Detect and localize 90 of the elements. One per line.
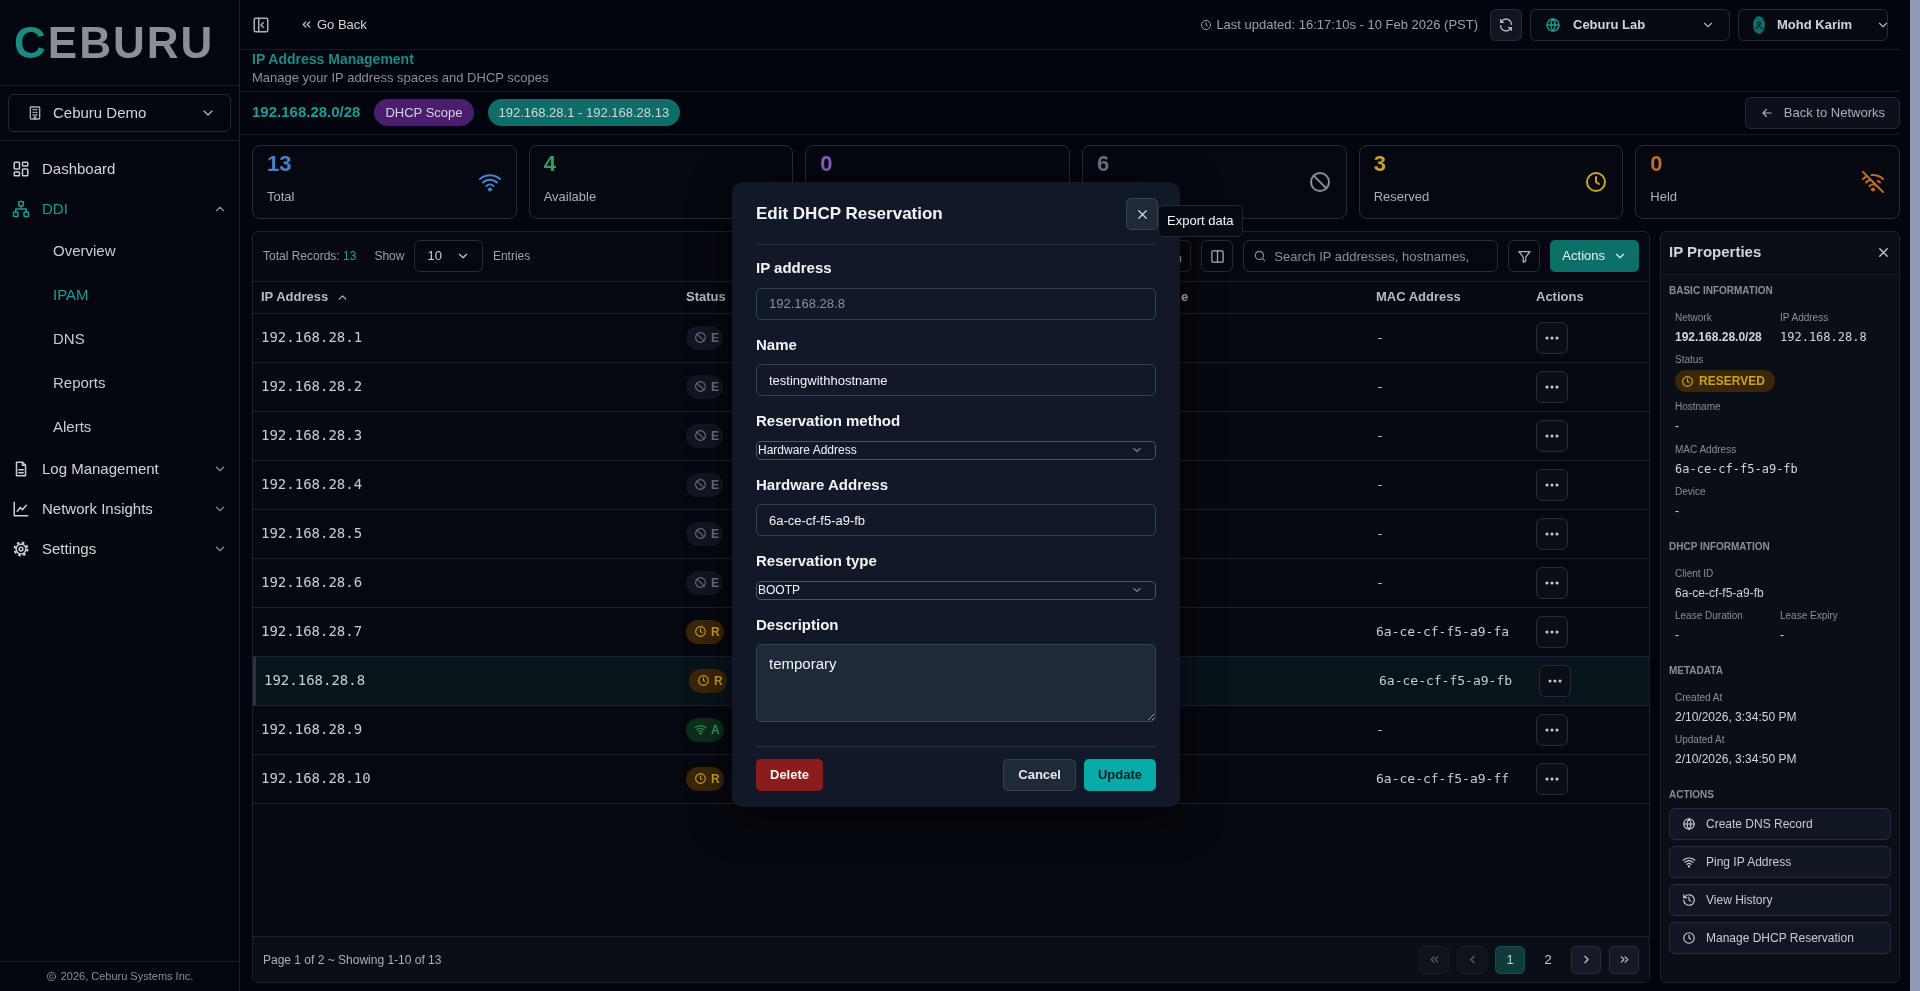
property-label: Created At [1675,690,1724,705]
property-value: - [1675,503,1679,520]
entries-label: Entries [492,248,531,265]
column-header: e [1181,288,1189,307]
ip-address-cell: 192.168.28.6 [261,574,363,590]
property-label: Status [1675,353,1705,367]
last-updated-text: Last updated: 16:17:10s - 10 Feb 2026 (PST) [1216,15,1478,34]
property-value: 6a-ce-cf-f5-a9-fb [1675,460,1798,478]
mac-address-cell: - [1376,721,1384,737]
mac-address-cell: - [1376,574,1384,590]
section-heading: ACTIONS [1668,787,1715,802]
dialog-title: Edit DHCP Reservation [756,203,943,226]
page-subtitle: Manage your IP address spaces and DHCP scopes [252,69,550,87]
mac-address-cell: 6a-ce-cf-f5-a9-fa [1376,623,1510,639]
property-label: Hostname [1675,400,1722,414]
property-label: Network [1675,310,1713,325]
panel-title: IP Properties [1669,242,1762,263]
mac-address-cell: - [1376,427,1384,443]
ip-address-cell: 192.168.28.2 [261,378,363,394]
mac-address-cell: - [1376,378,1384,394]
property-label: Updated At [1675,733,1726,747]
stat-value: 0 [820,150,834,177]
status-badge: RESERVED [1675,370,1775,392]
property-label: Client ID [1675,566,1715,581]
stat-value: 6 [1097,150,1111,177]
property-value: 192.168.28.0/28 [1675,328,1762,346]
status-badge: R [686,619,724,644]
field-label: Name [756,334,798,355]
status-badge: R [686,766,724,791]
mac-address-cell: - [1376,329,1384,345]
property-value: 6a-ce-cf-f5-a9-fb [1675,584,1764,602]
stat-value: 0 [1650,150,1664,177]
page-title: IP Address Management [252,50,415,68]
tooltip: Export data [1158,205,1243,237]
mac-address-cell: 6a-ce-cf-f5-a9-ff [1376,770,1510,786]
property-value: 2/10/2026, 3:34:50 PM [1675,751,1797,768]
section-heading: METADATA [1668,663,1724,678]
show-label: Show [374,248,405,265]
ip-address-cell: 192.168.28.3 [261,427,363,443]
property-label: MAC Address [1675,442,1738,457]
status-badge: E [686,423,723,448]
stat-value: 4 [543,150,557,177]
ip-address-cell: 192.168.28.1 [261,329,363,345]
status-badge: E [686,325,723,350]
ip-address-cell: 192.168.28.7 [261,623,363,639]
property-value: - [1675,627,1679,644]
status-badge: E [686,570,723,595]
status-badge: E [686,374,723,399]
stat-label: Reserved [1373,187,1431,206]
mac-address-cell: - [1376,525,1384,541]
status-badge: R [689,668,727,693]
stat-label: Held [1650,187,1679,206]
column-header: MAC Address [1376,288,1461,307]
property-value: 2/10/2026, 3:34:50 PM [1675,708,1797,726]
property-value: - [1780,627,1784,644]
status-badge: E [686,472,723,497]
stat-value: 3 [1373,150,1387,177]
field-label: Hardware Address [756,474,889,495]
pagination-info: Page 1 of 2 ~ Showing 1-10 of 13 [263,951,442,969]
status-badge: E [686,521,723,546]
ip-address-cell: 192.168.28.5 [261,525,363,541]
field-label: Reservation method [756,411,902,431]
stat-value: 13 [267,150,293,177]
property-label: Lease Duration [1675,609,1744,623]
property-label: Lease Expiry [1780,609,1839,623]
stat-label: Available [543,187,598,206]
mac-address-cell: 6a-ce-cf-f5-a9-fb [1379,672,1513,688]
property-value: - [1675,418,1679,435]
field-label: Description [756,614,840,635]
mac-address-cell: - [1376,476,1384,492]
section-heading: DHCP INFORMATION [1668,539,1771,554]
property-value: 192.168.28.8 [1780,328,1867,346]
status-badge: A [686,717,724,742]
tag: 192.168.28.1 - 192.168.28.13 [487,98,681,127]
logo: CEBURU [14,20,215,65]
column-header: Actions [1536,288,1584,307]
column-header: Status [686,288,726,307]
total-records-text: Total Records: 13 [263,248,357,265]
property-label: Device [1675,485,1707,499]
copyright-text: 2026, Ceburu Systems Inc. [60,969,194,985]
ip-address-cell: 192.168.28.9 [261,721,363,737]
field-label: IP address [756,258,833,278]
property-label: IP Address [1780,310,1830,325]
ip-address-cell: 192.168.28.8 [264,672,366,688]
ip-address-cell: 192.168.28.4 [261,476,363,492]
tag: DHCP Scope [374,98,474,127]
stat-label: Total [267,187,296,206]
section-heading: BASIC INFORMATION [1668,283,1774,298]
network-cidr: 192.168.28.0/28 [252,102,361,123]
ip-address-cell: 192.168.28.10 [261,770,371,786]
